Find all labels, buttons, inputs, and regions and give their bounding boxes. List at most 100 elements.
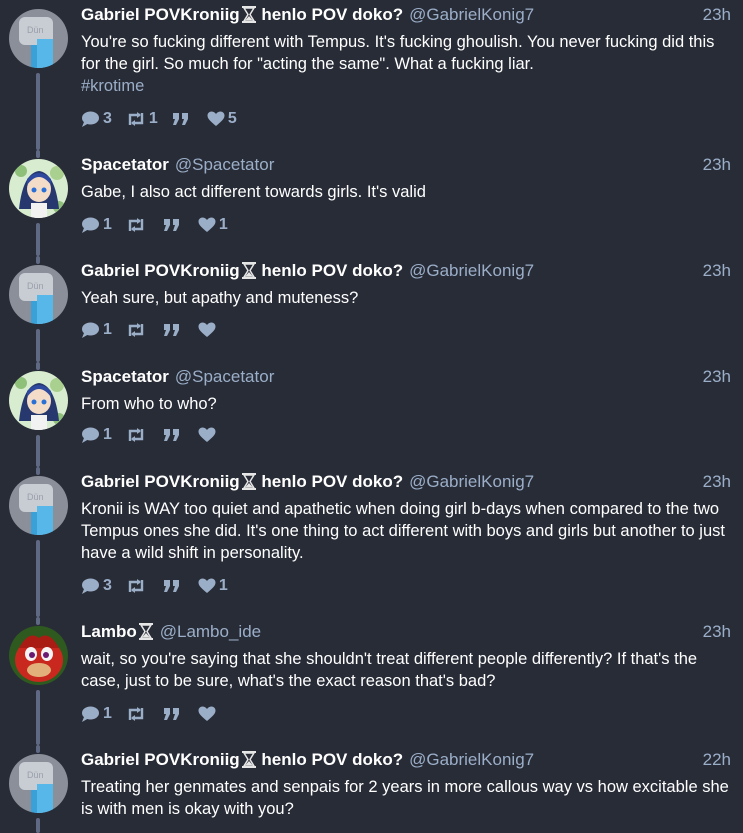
- display-name-suffix: henlo POV doko?: [256, 472, 404, 491]
- reply-button[interactable]: 1: [81, 216, 112, 234]
- status-text: You're so fucking different with Tempus.…: [81, 33, 715, 73]
- status-content: You're so fucking different with Tempus.…: [81, 31, 729, 97]
- display-name[interactable]: Gabriel POVKroniig: [81, 472, 240, 491]
- relative-time[interactable]: 23h: [703, 472, 731, 492]
- boost-button[interactable]: [126, 217, 149, 233]
- hourglass-icon: [241, 751, 256, 768]
- account-handle[interactable]: @Spacetator: [175, 155, 274, 174]
- status-header: Spacetator @Spacetator 23h: [81, 155, 731, 177]
- avatar[interactable]: Dün: [9, 476, 68, 535]
- favourite-button[interactable]: 1: [198, 577, 228, 595]
- display-name[interactable]: Spacetator: [81, 155, 169, 174]
- status-content: Treating her genmates and senpais for 2 …: [81, 776, 729, 820]
- quote-button[interactable]: [163, 579, 184, 593]
- action-bar: 3 1: [81, 576, 242, 596]
- account-handle[interactable]: @Lambo_ide: [160, 622, 261, 641]
- quote-icon: [163, 580, 179, 592]
- relative-time[interactable]: 23h: [703, 5, 731, 25]
- conversation-thread: Dün Gabriel POVKroniig henlo POV doko? @G…: [0, 0, 743, 833]
- reply-icon: [82, 706, 99, 722]
- display-name-suffix: henlo POV doko?: [256, 5, 404, 24]
- display-name[interactable]: Spacetator: [81, 367, 169, 386]
- status-text: Treating her genmates and senpais for 2 …: [81, 778, 729, 818]
- hashtag-link[interactable]: #krotime: [81, 75, 729, 97]
- relative-time[interactable]: 23h: [703, 622, 731, 642]
- relative-time[interactable]: 23h: [703, 261, 731, 281]
- status-header: Gabriel POVKroniig henlo POV doko? @Gabri…: [81, 261, 731, 283]
- hourglass-icon: [138, 623, 153, 640]
- status-header: Gabriel POVKroniig henlo POV doko? @Gabri…: [81, 472, 731, 494]
- avatar[interactable]: Dün: [9, 754, 68, 813]
- reply-button[interactable]: 3: [81, 577, 112, 595]
- favourite-button[interactable]: 5: [207, 110, 237, 128]
- favourite-button[interactable]: [198, 706, 219, 722]
- reply-button[interactable]: 1: [81, 705, 112, 723]
- display-name[interactable]: Lambo: [81, 622, 137, 641]
- quote-icon: [163, 429, 179, 441]
- display-name[interactable]: Gabriel POVKroniig: [81, 261, 240, 280]
- quote-button[interactable]: [163, 218, 184, 232]
- quote-button[interactable]: [163, 707, 184, 721]
- account-handle[interactable]: @GabrielKonig7: [409, 472, 534, 491]
- status-post[interactable]: :0 Lambo @Lambo_ide 23h wait, so you're s…: [0, 617, 743, 745]
- avatar[interactable]: Dün: [9, 9, 68, 68]
- display-name[interactable]: Gabriel POVKroniig: [81, 750, 240, 769]
- boost-icon: [128, 707, 144, 721]
- relative-time[interactable]: 22h: [703, 750, 731, 770]
- action-bar: 3 1 5: [81, 109, 251, 129]
- quote-button[interactable]: [163, 428, 184, 442]
- avatar[interactable]: :0: [9, 626, 68, 685]
- status-content: Kronii is WAY too quiet and apathetic wh…: [81, 498, 729, 564]
- account-handle[interactable]: @GabrielKonig7: [409, 750, 534, 769]
- boost-button[interactable]: [126, 706, 149, 722]
- favourite-count: 1: [218, 577, 228, 594]
- favourite-button[interactable]: 1: [198, 216, 228, 234]
- favourite-button[interactable]: [198, 322, 219, 338]
- thread-line: [36, 435, 40, 467]
- status-post[interactable]: Dün Gabriel POVKroniig henlo POV doko? @G…: [0, 467, 743, 617]
- status-post[interactable]: Dün Gabriel POVKroniig henlo POV doko? @G…: [0, 0, 743, 150]
- quote-icon: [163, 708, 179, 720]
- reply-button[interactable]: 1: [81, 321, 112, 339]
- reply-button[interactable]: 1: [81, 426, 112, 444]
- favourite-icon: [198, 322, 216, 337]
- quote-button[interactable]: [172, 112, 193, 126]
- hourglass-icon: [241, 262, 256, 279]
- thread-line: [36, 362, 40, 370]
- thread-line: [36, 150, 40, 158]
- action-bar: 1: [81, 425, 233, 445]
- boost-button[interactable]: 1: [126, 110, 158, 128]
- status-post[interactable]: Dün Gabriel POVKroniig henlo POV doko? @G…: [0, 745, 743, 833]
- reply-icon: [82, 578, 99, 594]
- boost-button[interactable]: [126, 578, 149, 594]
- avatar[interactable]: [9, 371, 68, 430]
- relative-time[interactable]: 23h: [703, 367, 731, 387]
- thread-line: [36, 818, 40, 833]
- account-handle[interactable]: @GabrielKonig7: [409, 261, 534, 280]
- svg-text:Dün: Dün: [27, 770, 44, 780]
- reply-button[interactable]: 3: [81, 110, 112, 128]
- status-content: From who to who?: [81, 393, 729, 415]
- display-name-suffix: henlo POV doko?: [256, 750, 404, 769]
- quote-button[interactable]: [163, 323, 184, 337]
- display-name[interactable]: Gabriel POVKroniig: [81, 5, 240, 24]
- avatar[interactable]: Dün: [9, 265, 68, 324]
- reply-count: 1: [103, 426, 112, 443]
- favourite-button[interactable]: [198, 427, 219, 443]
- reply-count: 3: [103, 110, 112, 127]
- boost-icon: [128, 112, 144, 126]
- status-post[interactable]: Spacetator @Spacetator 23h From who to wh…: [0, 362, 743, 467]
- boost-icon: [128, 218, 144, 232]
- relative-time[interactable]: 23h: [703, 155, 731, 175]
- status-text: Gabe, I also act different towards girls…: [81, 183, 426, 201]
- status-post[interactable]: Spacetator @Spacetator 23h Gabe, I also a…: [0, 150, 743, 256]
- boost-button[interactable]: [126, 427, 149, 443]
- account-handle[interactable]: @Spacetator: [175, 367, 274, 386]
- thread-line: [36, 617, 40, 625]
- reply-count: 1: [103, 321, 112, 338]
- status-post[interactable]: Dün Gabriel POVKroniig henlo POV doko? @G…: [0, 256, 743, 362]
- hourglass-icon: [241, 473, 256, 490]
- avatar[interactable]: [9, 159, 68, 218]
- boost-button[interactable]: [126, 322, 149, 338]
- account-handle[interactable]: @GabrielKonig7: [409, 5, 534, 24]
